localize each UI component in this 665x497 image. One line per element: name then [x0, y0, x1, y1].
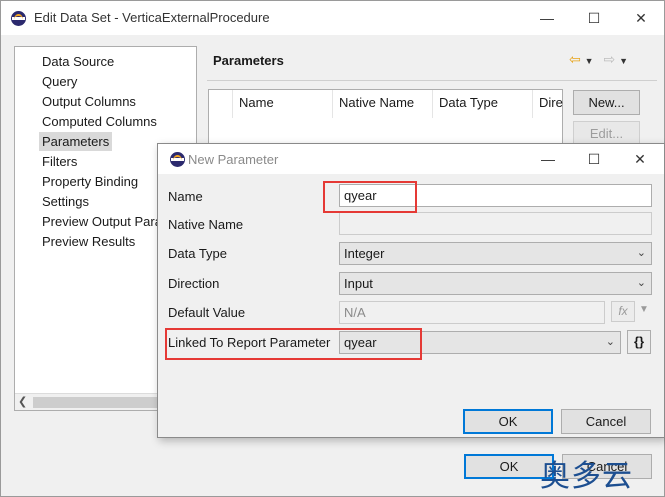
tree-item-filters[interactable]: Filters	[39, 152, 80, 171]
default-value-label: Default Value	[168, 305, 246, 320]
forward-dropdown-icon[interactable]: ▼	[619, 56, 628, 66]
tree-item-settings[interactable]: Settings	[39, 192, 92, 211]
close-icon[interactable]: ✕	[618, 1, 664, 35]
native-name-field[interactable]	[339, 212, 652, 235]
data-type-value: Integer	[344, 246, 385, 261]
table-header-blank	[209, 90, 233, 118]
tree-item-preview-results[interactable]: Preview Results	[39, 232, 138, 251]
watermark-logo: 奥多云	[540, 459, 633, 494]
braces-icon[interactable]: {}	[627, 330, 651, 354]
dialog-titlebar: New Parameter — ☐ ✕	[158, 144, 664, 174]
eclipse-icon	[11, 11, 26, 26]
chevron-down-icon: ⌄	[636, 277, 646, 289]
dialog-minimize-icon[interactable]: —	[525, 144, 571, 174]
name-label: Name	[168, 189, 203, 204]
name-field[interactable]	[339, 184, 652, 207]
eclipse-icon	[170, 152, 185, 167]
direction-value: Input	[344, 276, 373, 291]
dialog-cancel-button[interactable]: Cancel	[561, 409, 651, 434]
history-nav: ⇦ ▼ ⇨ ▼	[569, 51, 628, 68]
linked-report-parameter-value: qyear	[344, 335, 377, 350]
data-type-select[interactable]: Integer ⌄	[339, 242, 652, 265]
tree-item-output-columns[interactable]: Output Columns	[39, 92, 139, 111]
direction-select[interactable]: Input ⌄	[339, 272, 652, 295]
linked-report-parameter-select[interactable]: qyear ⌄	[339, 331, 621, 354]
new-button[interactable]: New...	[573, 90, 640, 115]
tree-item-property-binding[interactable]: Property Binding	[39, 172, 141, 191]
tree-item-preview-output-params[interactable]: Preview Output Para	[39, 212, 165, 231]
new-parameter-dialog: New Parameter — ☐ ✕ Name Native Name Dat…	[157, 143, 665, 438]
header-divider	[207, 80, 657, 81]
direction-label: Direction	[168, 276, 220, 291]
expression-builder-icon[interactable]: fx	[611, 301, 635, 322]
chevron-down-icon: ⌄	[636, 247, 646, 259]
table-header-direction[interactable]: Dire	[533, 90, 563, 118]
dialog-maximize-icon[interactable]: ☐	[571, 144, 617, 174]
maximize-icon[interactable]: ☐	[571, 1, 617, 35]
data-type-label: Data Type	[168, 246, 228, 261]
minimize-icon[interactable]: —	[524, 1, 570, 35]
back-dropdown-icon[interactable]: ▼	[585, 56, 594, 66]
table-header-data-type[interactable]: Data Type	[433, 90, 533, 118]
tree-item-data-source[interactable]: Data Source	[39, 52, 117, 71]
expression-dropdown-icon[interactable]: ▼	[639, 304, 649, 315]
dialog-title: New Parameter	[188, 152, 279, 167]
back-arrow-icon[interactable]: ⇦	[569, 51, 581, 67]
default-value-field[interactable]	[339, 301, 605, 324]
dialog-close-icon[interactable]: ✕	[617, 144, 663, 174]
linked-report-parameter-label: Linked To Report Parameter	[168, 335, 331, 350]
chevron-down-icon: ⌄	[605, 336, 615, 348]
tree-item-computed-columns[interactable]: Computed Columns	[39, 112, 160, 131]
scroll-left-icon[interactable]: ❮	[18, 395, 27, 408]
tree-item-parameters[interactable]: Parameters	[39, 132, 113, 151]
table-header-name[interactable]: Name	[233, 90, 333, 118]
tree-item-query[interactable]: Query	[39, 72, 80, 91]
dialog-ok-button[interactable]: OK	[463, 409, 553, 434]
outer-titlebar: Edit Data Set - VerticaExternalProcedure…	[1, 1, 664, 35]
forward-arrow-icon[interactable]: ⇨	[603, 51, 615, 67]
scrollbar-thumb[interactable]	[33, 397, 173, 408]
table-header-native-name[interactable]: Native Name	[333, 90, 433, 118]
native-name-label: Native Name	[168, 217, 244, 232]
outer-window-title: Edit Data Set - VerticaExternalProcedure	[34, 10, 270, 25]
page-title: Parameters	[213, 53, 284, 68]
